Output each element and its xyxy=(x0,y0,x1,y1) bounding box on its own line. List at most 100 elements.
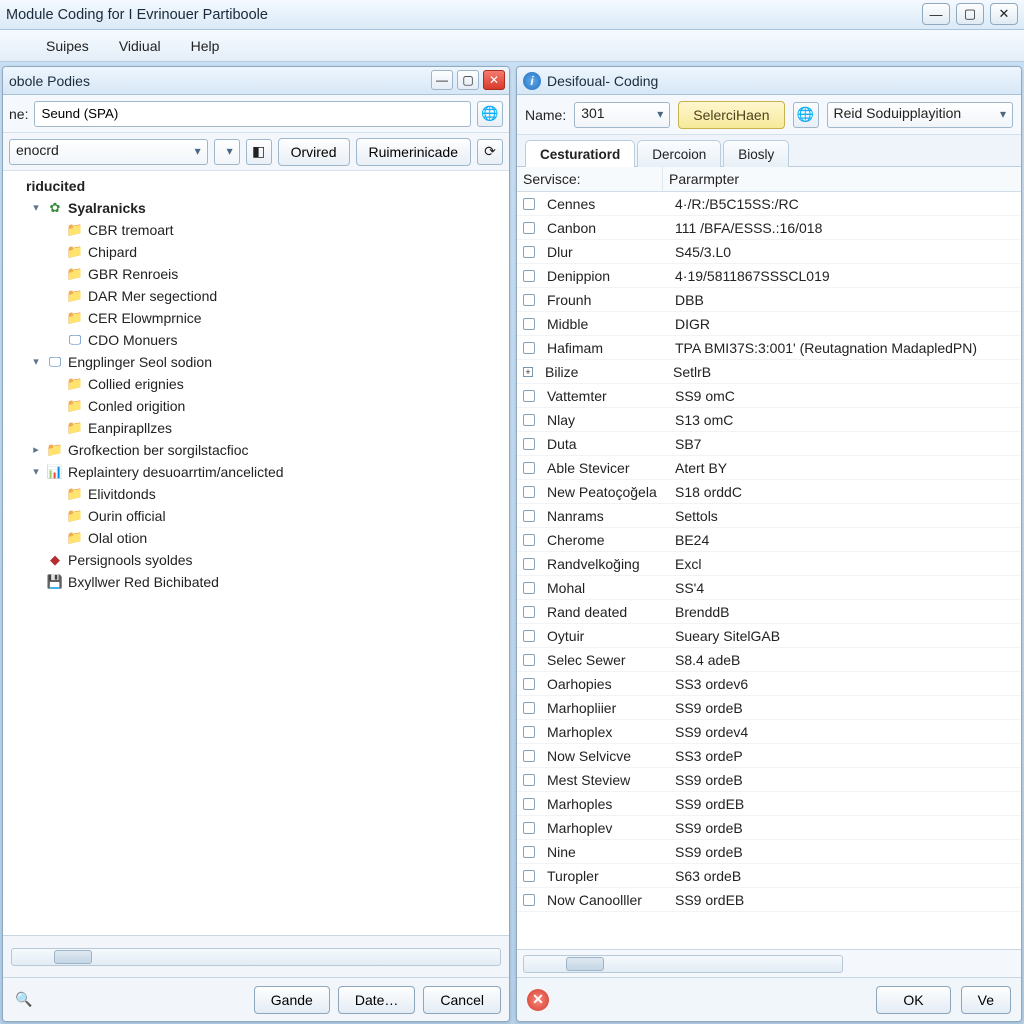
selercihaen-button[interactable]: SelerciHaen xyxy=(678,101,784,129)
row-checkbox[interactable] xyxy=(523,294,535,306)
property-row[interactable]: DlurS45/3.L0 xyxy=(517,240,1021,264)
row-checkbox[interactable] xyxy=(523,318,535,330)
row-checkbox[interactable] xyxy=(523,558,535,570)
left-panel-close-button[interactable]: ✕ xyxy=(483,70,505,90)
rumerinicade-button[interactable]: Ruimerinicade xyxy=(356,138,471,166)
tab-biosly[interactable]: Biosly xyxy=(723,140,789,167)
ve-button[interactable]: Ve xyxy=(961,986,1011,1014)
property-row[interactable]: HafimamTPA BMI37S:3:001' (Reutagnation M… xyxy=(517,336,1021,360)
property-row[interactable]: New PeatoçoğelaS18 orddC xyxy=(517,480,1021,504)
tree-node-engplinger[interactable]: ▾ 🖵 Engplinger Seol sodion xyxy=(28,351,507,373)
tree-node-replaintery[interactable]: ▾ 📊 Replaintery desuoarrtim/ancelicted xyxy=(28,461,507,483)
property-row[interactable]: FrounhDBB xyxy=(517,288,1021,312)
property-row[interactable]: MarhoplesSS9 ordEB xyxy=(517,792,1021,816)
row-checkbox[interactable] xyxy=(523,582,535,594)
row-checkbox[interactable] xyxy=(523,606,535,618)
name-combo[interactable]: 301 xyxy=(574,102,670,128)
row-checkbox[interactable] xyxy=(523,774,535,786)
window-close-button[interactable]: ✕ xyxy=(990,3,1018,25)
ok-button[interactable]: OK xyxy=(876,986,950,1014)
tree-item[interactable]: 📁Ourin official xyxy=(48,505,507,527)
tree-node-persignools[interactable]: ◆Persignools syoldes xyxy=(28,549,507,571)
property-row[interactable]: Canbon111 /BFA/ESSS.:16/018 xyxy=(517,216,1021,240)
row-checkbox[interactable] xyxy=(523,462,535,474)
row-checkbox[interactable] xyxy=(523,270,535,282)
property-row[interactable]: Rand deatedBrenddB xyxy=(517,600,1021,624)
window-minimize-button[interactable]: — xyxy=(922,3,950,25)
expander-icon[interactable]: ▾ xyxy=(30,197,42,219)
property-row[interactable]: +BilizeSetlrB xyxy=(517,360,1021,384)
date-button[interactable]: Date… xyxy=(338,986,416,1014)
tab-dercoion[interactable]: Dercoion xyxy=(637,140,721,167)
tree-item[interactable]: 📁GBR Renroeis xyxy=(48,263,507,285)
row-checkbox[interactable] xyxy=(523,510,535,522)
property-row[interactable]: Now SelvicveSS3 ordeP xyxy=(517,744,1021,768)
expander-icon[interactable]: ▸ xyxy=(30,439,42,461)
menu-item-suipes[interactable]: Suipes xyxy=(32,33,103,59)
row-checkbox[interactable] xyxy=(523,630,535,642)
property-row[interactable]: MohalSS'4 xyxy=(517,576,1021,600)
row-checkbox[interactable] xyxy=(523,750,535,762)
property-row[interactable]: Mest SteviewSS9 ordeB xyxy=(517,768,1021,792)
tree-item[interactable]: 📁CER Elowmprnice xyxy=(48,307,507,329)
property-row[interactable]: Denippion4·19/5811867SSSCL019 xyxy=(517,264,1021,288)
property-row[interactable]: Cennes4·/R:/B5C15SS:/RC xyxy=(517,192,1021,216)
tree-node-grofkection[interactable]: ▸📁Grofkection ber sorgilstacfioc xyxy=(28,439,507,461)
property-row[interactable]: OarhopiesSS3 ordev6 xyxy=(517,672,1021,696)
property-row[interactable]: Able StevicerAtert BY xyxy=(517,456,1021,480)
gande-button[interactable]: Gande xyxy=(254,986,330,1014)
property-grid[interactable]: Servisce: Pararmpter Cennes4·/R:/B5C15SS… xyxy=(517,167,1021,949)
tree-item[interactable]: 📁Olal otion xyxy=(48,527,507,549)
filter-small-combo[interactable] xyxy=(214,139,240,165)
row-checkbox[interactable] xyxy=(523,438,535,450)
row-checkbox[interactable] xyxy=(523,414,535,426)
globe-icon[interactable]: 🌐 xyxy=(793,102,819,128)
row-checkbox[interactable] xyxy=(523,678,535,690)
delete-icon[interactable]: ✕ xyxy=(527,989,549,1011)
property-row[interactable]: Selec SewerS8.4 adeB xyxy=(517,648,1021,672)
property-row[interactable]: NlayS13 omC xyxy=(517,408,1021,432)
row-checkbox[interactable] xyxy=(523,342,535,354)
filter-combo[interactable]: enocrd xyxy=(9,139,208,165)
property-row[interactable]: CheromeBE24 xyxy=(517,528,1021,552)
row-checkbox[interactable] xyxy=(523,702,535,714)
tool-icon-1[interactable]: ◧ xyxy=(246,139,272,165)
row-checkbox[interactable] xyxy=(523,654,535,666)
refresh-icon[interactable]: ⟳ xyxy=(477,139,503,165)
tree-item[interactable]: 📁Collied erignies xyxy=(48,373,507,395)
mode-combo[interactable]: Reid Soduipplayition xyxy=(827,102,1014,128)
tree-item[interactable]: 📁DAR Mer segectiond xyxy=(48,285,507,307)
tree-item[interactable]: 📁Conled origition xyxy=(48,395,507,417)
property-row[interactable]: OytuirSueary SitelGAB xyxy=(517,624,1021,648)
tree-item[interactable]: 📁Elivitdonds xyxy=(48,483,507,505)
search-icon[interactable]: 🔍 xyxy=(11,987,37,1013)
cancel-button[interactable]: Cancel xyxy=(423,986,501,1014)
right-horizontal-scrollbar[interactable] xyxy=(523,955,843,973)
tree-item[interactable]: 📁Chipard xyxy=(48,241,507,263)
row-checkbox[interactable] xyxy=(523,246,535,258)
tree-item[interactable]: 📁Eanpirapllzes xyxy=(48,417,507,439)
row-checkbox[interactable] xyxy=(523,390,535,402)
property-row[interactable]: MarhoplevSS9 ordeB xyxy=(517,816,1021,840)
tree-root-node[interactable]: riducited xyxy=(8,175,507,197)
menu-item-0[interactable] xyxy=(2,41,30,51)
row-checkbox[interactable] xyxy=(523,798,535,810)
globe-icon[interactable]: 🌐 xyxy=(477,101,503,127)
row-checkbox[interactable] xyxy=(523,870,535,882)
left-horizontal-scrollbar[interactable] xyxy=(11,948,501,966)
module-tree[interactable]: riducited ▾ ✿ Syalranicks 📁CBR tremoart xyxy=(3,171,509,935)
expander-icon[interactable]: ▾ xyxy=(30,351,42,373)
property-row[interactable]: DutaSB7 xyxy=(517,432,1021,456)
property-row[interactable]: MarhoplexSS9 ordev4 xyxy=(517,720,1021,744)
property-row[interactable]: VattemterSS9 omC xyxy=(517,384,1021,408)
orvired-button[interactable]: Orvired xyxy=(278,138,350,166)
tree-item[interactable]: 🖵CDO Monuers xyxy=(48,329,507,351)
menu-item-help[interactable]: Help xyxy=(177,33,234,59)
tab-cesturatiord[interactable]: Cesturatiord xyxy=(525,140,635,167)
tree-node-syalranicks[interactable]: ▾ ✿ Syalranicks xyxy=(28,197,507,219)
row-checkbox[interactable] xyxy=(523,726,535,738)
property-row[interactable]: RandvelkoğingExcl xyxy=(517,552,1021,576)
left-panel-minimize-button[interactable]: — xyxy=(431,70,453,90)
tree-node-bxyllwer[interactable]: 💾Bxyllwer Red Bichibated xyxy=(28,571,507,593)
menu-item-vidiual[interactable]: Vidiual xyxy=(105,33,175,59)
